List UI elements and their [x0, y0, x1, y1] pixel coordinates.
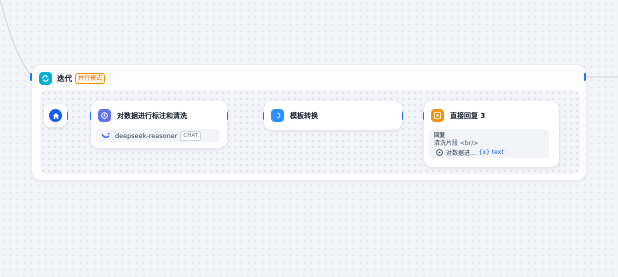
model-mode-tag: CHAT — [180, 130, 202, 141]
answer-node[interactable]: 直接回复 3 回复 清洗片段 <br/> 对数据进... {x} text — [424, 101, 559, 167]
reply-icon — [431, 109, 444, 122]
model-selector[interactable]: deepseek-reasoner CHAT — [96, 129, 220, 142]
llm-node-title: 对数据进行标注和清洗 — [117, 111, 187, 120]
template-node[interactable]: 模板转换 — [264, 101, 402, 130]
ref-variable-name: {x} text — [478, 149, 504, 156]
template-node-header: 模板转换 — [271, 109, 318, 122]
llm-node-header: 对数据进行标注和清洗 — [98, 109, 187, 122]
ref-node-name: 对数据进... — [446, 150, 476, 157]
template-icon — [271, 109, 284, 122]
iteration-input-handle[interactable] — [30, 73, 32, 81]
answer-content: 回复 清洗片段 <br/> 对数据进... {x} text — [429, 129, 549, 158]
answer-content-line: 清洗片段 <br/> — [434, 140, 479, 147]
iteration-start-node[interactable] — [44, 104, 67, 127]
answer-node-title: 直接回复 3 — [450, 111, 486, 120]
answer-node-header: 直接回复 3 — [431, 109, 485, 122]
deepseek-whale-icon — [101, 132, 111, 139]
llm-node[interactable]: 对数据进行标注和清洗 deepseek-reasoner CHAT — [91, 101, 227, 148]
home-icon — [49, 109, 62, 122]
node-ref-icon — [436, 149, 443, 156]
template-node-title: 模板转换 — [290, 111, 318, 120]
model-name: deepseek-reasoner — [115, 131, 178, 140]
variable-reference[interactable]: 对数据进... {x} text — [436, 148, 504, 157]
brain-icon — [98, 109, 111, 122]
iteration-output-handle[interactable] — [584, 73, 586, 81]
